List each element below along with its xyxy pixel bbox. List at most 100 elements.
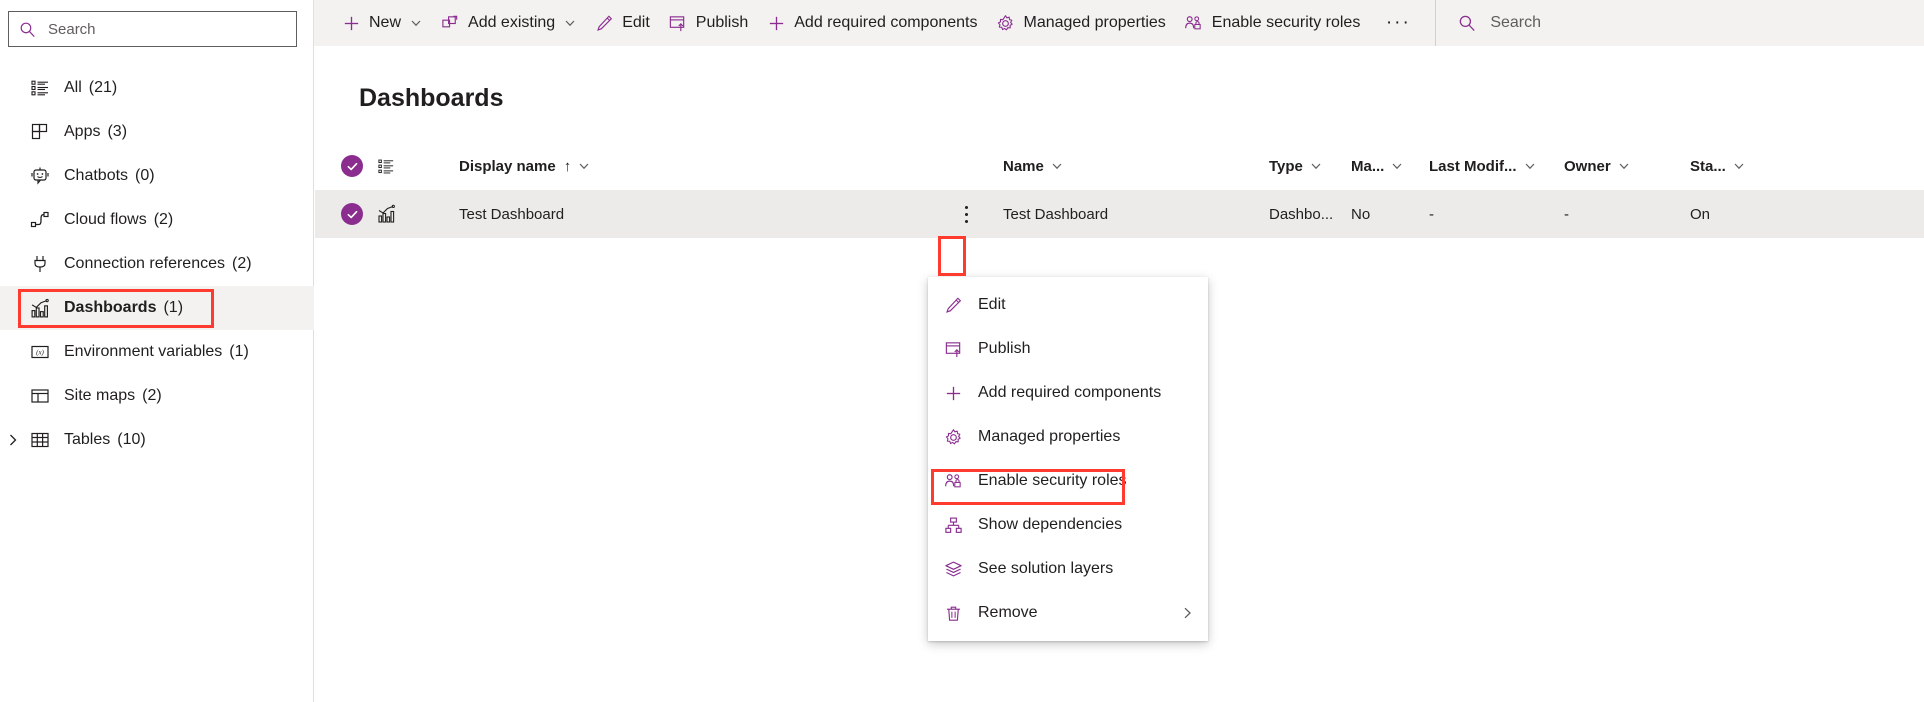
checkmark-icon — [341, 203, 363, 225]
chevron-right-icon[interactable] — [1180, 606, 1194, 620]
sidebar-item-apps[interactable]: Apps (3) — [0, 110, 314, 154]
column-header-owner[interactable]: Owner — [1564, 158, 1690, 175]
new-button[interactable]: New — [332, 0, 431, 46]
sidebar-item-label: Site maps — [64, 387, 136, 404]
sidebar-item-dashboards[interactable]: Dashboards (1) — [0, 286, 314, 330]
menu-item-managed-properties[interactable]: Managed properties — [928, 415, 1208, 459]
command-bar-search-box[interactable] — [1452, 0, 1689, 46]
cell-last-modified: - — [1429, 205, 1434, 223]
menu-item-enable-security-roles[interactable]: Enable security roles — [928, 459, 1208, 503]
column-header-display-name[interactable]: Display name ↑ — [423, 158, 943, 175]
column-header-type[interactable]: Type — [1269, 158, 1351, 175]
sidebar-item-all[interactable]: All (21) — [0, 66, 314, 110]
sidebar-search-input[interactable] — [46, 19, 266, 39]
dashboard-chart-icon — [377, 204, 423, 224]
sidebar-item-site-maps[interactable]: Site maps (2) — [0, 374, 314, 418]
command-bar-divider — [1435, 0, 1437, 46]
add-required-components-button-label: Add required components — [794, 14, 978, 31]
column-header-label: Name — [1003, 157, 1044, 175]
chevron-down-icon[interactable] — [1391, 160, 1403, 172]
chevron-down-icon[interactable] — [1310, 160, 1322, 172]
menu-item-label: Managed properties — [978, 428, 1121, 445]
menu-item-label: Remove — [978, 604, 1038, 621]
sidebar-item-cloud-flows[interactable]: Cloud flows (2) — [0, 198, 314, 242]
left-sidebar: All (21) Apps (3) — [0, 0, 314, 702]
chevron-right-icon[interactable] — [6, 433, 20, 447]
column-header-last-modified[interactable]: Last Modif... — [1429, 158, 1564, 175]
column-header-name[interactable]: Name — [989, 158, 1269, 175]
app-window: All (21) Apps (3) — [0, 0, 1924, 702]
add-existing-button[interactable]: Add existing — [431, 0, 585, 46]
apps-grid-icon — [29, 121, 51, 143]
column-header-label: Last Modif... — [1429, 157, 1517, 175]
grid-type-column-icon[interactable] — [377, 157, 423, 176]
gear-icon — [995, 13, 1015, 33]
managed-properties-button[interactable]: Managed properties — [986, 0, 1174, 46]
sidebar-item-count: (0) — [135, 167, 155, 184]
select-all-checkbox[interactable] — [315, 155, 377, 177]
menu-item-see-solution-layers[interactable]: See solution layers — [928, 547, 1208, 591]
add-required-components-button[interactable]: Add required components — [757, 0, 986, 46]
menu-item-publish[interactable]: Publish — [928, 327, 1208, 371]
chevron-down-icon[interactable] — [1618, 160, 1630, 172]
menu-item-label: Edit — [978, 296, 1006, 313]
plus-icon — [766, 13, 786, 33]
chevron-down-icon[interactable] — [410, 17, 422, 29]
edit-button-label: Edit — [622, 14, 650, 31]
sidebar-item-tables[interactable]: Tables (10) — [0, 418, 314, 462]
chevron-down-icon[interactable] — [1051, 160, 1063, 172]
cell-name: Test Dashboard — [1003, 205, 1109, 223]
new-button-label: New — [369, 14, 402, 31]
row-checkbox[interactable] — [315, 203, 377, 225]
publish-icon — [668, 13, 688, 33]
svg-text:(x): (x) — [36, 349, 44, 357]
chevron-down-icon[interactable] — [564, 17, 576, 29]
sidebar-item-label: All — [64, 79, 82, 96]
chevron-down-icon[interactable] — [578, 160, 590, 172]
pencil-icon — [942, 294, 964, 316]
row-kebab-menu-button[interactable] — [943, 197, 989, 231]
plus-icon — [341, 13, 361, 33]
chatbot-icon — [29, 165, 51, 187]
sidebar-item-environment-variables[interactable]: (x) Environment variables (1) — [0, 330, 314, 374]
overflow-menu-button[interactable]: ··· — [1377, 0, 1419, 46]
sidebar-search-box[interactable] — [8, 11, 297, 47]
sidebar-item-count: (1) — [229, 343, 249, 360]
sidebar-item-label: Connection references — [64, 255, 225, 272]
publish-button[interactable]: Publish — [659, 0, 757, 46]
menu-item-label: Add required components — [978, 384, 1162, 401]
enable-security-roles-button-label: Enable security roles — [1211, 14, 1361, 31]
sidebar-item-connection-references[interactable]: Connection references (2) — [0, 242, 314, 286]
page-title: Dashboards — [359, 84, 504, 112]
menu-item-edit[interactable]: Edit — [928, 283, 1208, 327]
column-header-status[interactable]: Sta... — [1690, 158, 1780, 175]
add-existing-button-label: Add existing — [468, 14, 556, 31]
menu-item-add-required-components[interactable]: Add required components — [928, 371, 1208, 415]
column-header-label: Ma... — [1351, 157, 1385, 175]
layers-icon — [942, 558, 964, 580]
command-bar-search-input[interactable] — [1488, 13, 1689, 33]
add-existing-icon — [440, 13, 460, 33]
enable-security-roles-button[interactable]: Enable security roles — [1175, 0, 1370, 46]
cell-display-name: Test Dashboard — [459, 205, 565, 223]
sidebar-item-count: (2) — [231, 255, 252, 272]
sidebar-item-count: (3) — [107, 123, 128, 140]
sidebar-item-count: (2) — [142, 387, 162, 404]
sidebar-item-chatbots[interactable]: Chatbots (0) — [0, 154, 314, 198]
chevron-down-icon[interactable] — [1524, 160, 1536, 172]
sidebar-item-label: Cloud flows — [64, 211, 147, 228]
table-row[interactable]: Test Dashboard Test Dashboard Dashbo... … — [315, 190, 1924, 238]
cell-status: On — [1690, 205, 1711, 223]
column-header-managed[interactable]: Ma... — [1351, 158, 1429, 175]
sort-ascending-icon: ↑ — [563, 157, 572, 175]
chevron-down-icon[interactable] — [1733, 160, 1745, 172]
menu-item-remove[interactable]: Remove — [928, 591, 1208, 635]
more-vertical-icon[interactable] — [953, 197, 979, 231]
sidebar-item-label: Apps — [64, 123, 101, 140]
gear-icon — [942, 426, 964, 448]
edit-button[interactable]: Edit — [585, 0, 659, 46]
search-icon — [1458, 14, 1476, 32]
column-header-label: Owner — [1564, 157, 1611, 175]
menu-item-show-dependencies[interactable]: Show dependencies — [928, 503, 1208, 547]
trash-icon — [942, 602, 964, 624]
